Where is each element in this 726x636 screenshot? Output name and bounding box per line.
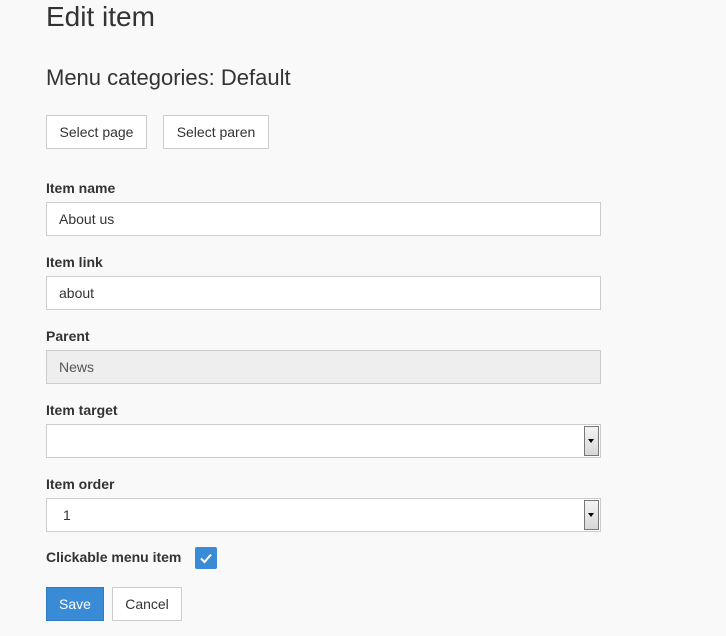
item-order-value: 1 [63,507,71,523]
chevron-down-icon[interactable] [584,426,599,456]
item-name-input[interactable]: About us [46,202,601,236]
page-subtitle: Menu categories: Default [46,65,291,90]
clickable-menu-item-label: Clickable menu item [46,549,182,565]
select-parent-button[interactable]: Select paren [163,115,269,149]
item-target-select[interactable] [46,424,601,458]
clickable-menu-item-checkbox[interactable] [195,547,217,569]
item-link-label: Item link [46,254,103,270]
chevron-down-icon[interactable] [584,500,599,530]
cancel-button[interactable]: Cancel [112,587,182,621]
checkmark-icon [200,553,212,564]
item-order-select[interactable]: 1 [46,498,601,532]
save-button[interactable]: Save [46,587,104,621]
item-name-label: Item name [46,180,116,196]
parent-label: Parent [46,328,90,344]
select-page-button[interactable]: Select page [46,115,147,149]
item-order-label: Item order [46,476,115,492]
item-link-input[interactable]: about [46,276,601,310]
parent-input: News [46,350,601,384]
page-title: Edit item [46,1,155,32]
item-target-label: Item target [46,402,118,418]
